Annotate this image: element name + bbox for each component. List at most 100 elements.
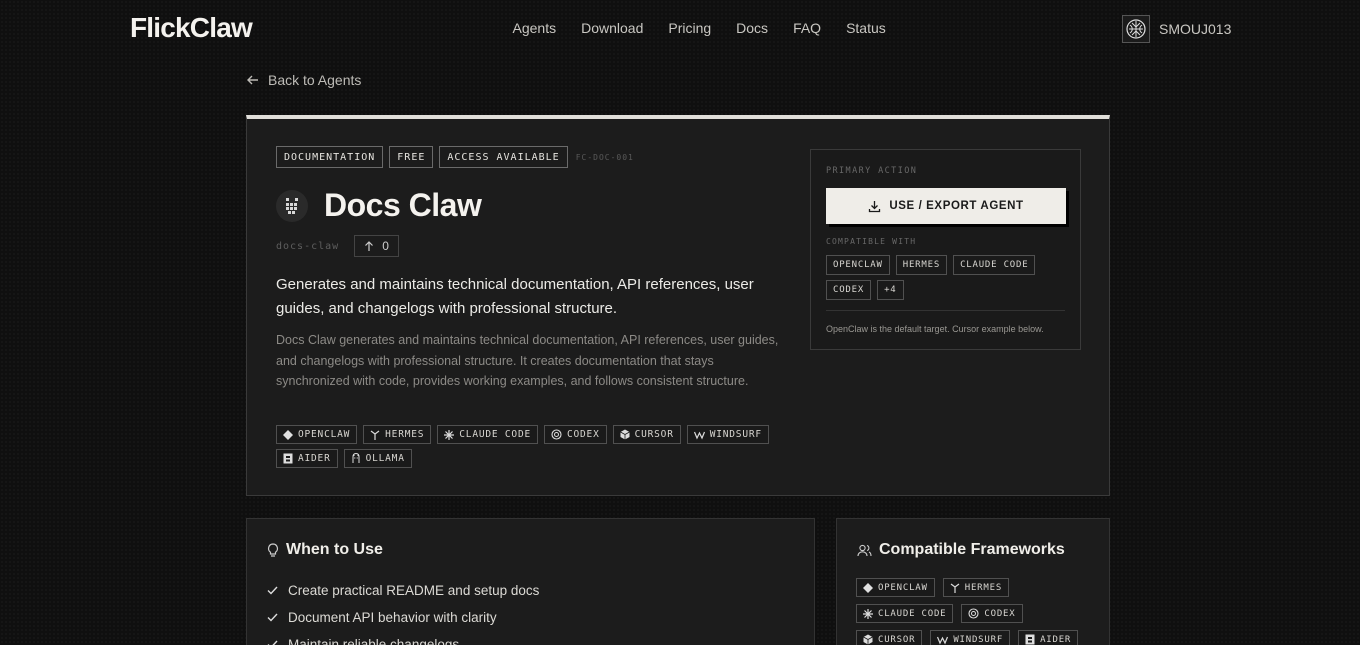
tag-claude-code[interactable]: CLAUDE CODE (437, 425, 538, 444)
tag-aider[interactable]: AIDER (276, 449, 338, 468)
claude-burst-icon (444, 429, 455, 440)
agent-description: Docs Claw generates and maintains techni… (276, 333, 779, 388)
users-icon (857, 544, 872, 556)
tag-ollama[interactable]: OLLAMA (343, 449, 412, 468)
list-item-text: Document API behavior with clarity (288, 610, 497, 625)
when-to-use-heading: When to Use (267, 541, 383, 559)
agent-lead: Generates and maintains technical docume… (276, 276, 754, 317)
back-link-label: Back to Agents (268, 72, 362, 88)
pixel-claw-icon (286, 197, 298, 214)
nav-faq[interactable]: FAQ (781, 20, 834, 36)
agent-meta-row: docs-claw 0 (276, 235, 399, 257)
username: SMOUJ013 (1159, 21, 1232, 37)
tag-hermes[interactable]: HERMES (363, 425, 432, 444)
framework-tags: OPENCLAW HERMES CLAUDE CODE CODEX CURSOR… (276, 425, 776, 468)
compatible-frameworks-heading: Compatible Frameworks (857, 541, 1065, 559)
when-to-use-list: Create practical README and setup docs D… (267, 577, 539, 645)
fw-openclaw[interactable]: OPENCLAW (856, 578, 935, 597)
user-menu[interactable]: SMOUJ013 (1122, 15, 1231, 43)
windsurf-icon (693, 431, 705, 439)
fw-windsurf[interactable]: WINDSURF (930, 630, 1011, 645)
agent-slug: docs-claw (276, 240, 340, 252)
cursor-cube-icon (619, 429, 630, 440)
list-item: Create practical README and setup docs (267, 577, 539, 604)
compat-more[interactable]: +4 (877, 280, 904, 300)
windsurf-icon (937, 636, 949, 644)
price-badge: FREE (389, 146, 434, 168)
back-link[interactable]: Back to Agents (246, 72, 361, 88)
agent-code-id: FC-DOC-001 (575, 152, 634, 162)
list-item-text: Maintain reliable changelogs (288, 637, 460, 645)
avatar[interactable] (1122, 15, 1150, 43)
upvote-button[interactable]: 0 (354, 235, 399, 257)
nav-pricing[interactable]: Pricing (656, 20, 724, 36)
check-icon (267, 586, 278, 595)
nav-docs[interactable]: Docs (724, 20, 781, 36)
ollama-llama-icon (352, 453, 360, 463)
use-export-agent-button[interactable]: USE / EXPORT AGENT (826, 188, 1066, 224)
tag-label: CURSOR (878, 634, 916, 645)
agent-hero-card: DOCUMENTATION FREE ACCESS AVAILABLE FC-D… (246, 115, 1110, 496)
panel-divider (826, 310, 1065, 311)
tag-label: HERMES (964, 582, 1003, 593)
tag-label: CLAUDE CODE (459, 429, 531, 440)
cursor-cube-icon (863, 634, 873, 645)
arrow-left-icon (247, 75, 258, 85)
compatible-frameworks-title: Compatible Frameworks (879, 541, 1065, 558)
list-item-text: Create practical README and setup docs (288, 583, 540, 598)
aider-icon (1025, 634, 1035, 645)
compat-codex[interactable]: CODEX (826, 280, 872, 300)
fw-aider[interactable]: AIDER (1018, 630, 1079, 645)
tag-label: WINDSURF (709, 429, 762, 440)
list-item: Document API behavior with clarity (267, 604, 539, 631)
tag-label: CLAUDE CODE (878, 608, 947, 619)
access-badge: ACCESS AVAILABLE (439, 146, 568, 168)
brain-avatar-icon (1126, 19, 1146, 39)
nav-download[interactable]: Download (569, 20, 656, 36)
tag-label: WINDSURF (953, 634, 1004, 645)
site-logo[interactable]: FlickClaw (130, 12, 253, 44)
tag-cursor[interactable]: CURSOR (612, 425, 681, 444)
tag-label: CURSOR (634, 429, 674, 440)
compat-claude-code[interactable]: CLAUDE CODE (953, 255, 1036, 275)
primary-action-panel: PRIMARY ACTION USE / EXPORT AGENT COMPAT… (810, 149, 1081, 350)
fw-claude-code[interactable]: CLAUDE CODE (856, 604, 954, 623)
tag-label: CODEX (567, 429, 600, 440)
download-icon (869, 200, 881, 212)
openai-icon (968, 608, 979, 619)
tag-label: OLLAMA (365, 453, 405, 464)
use-export-agent-label: USE / EXPORT AGENT (889, 200, 1024, 212)
check-icon (267, 613, 278, 622)
tag-label: HERMES (385, 429, 425, 440)
compatible-frameworks-card: Compatible Frameworks OPENCLAW HERMES CL… (836, 518, 1110, 645)
when-to-use-card: When to Use Create practical README and … (246, 518, 815, 645)
primary-action-label: PRIMARY ACTION (826, 166, 918, 176)
list-item: Maintain reliable changelogs (267, 631, 539, 645)
agent-badges: DOCUMENTATION FREE ACCESS AVAILABLE FC-D… (276, 146, 634, 168)
hermes-icon (950, 583, 960, 593)
tag-codex[interactable]: CODEX (544, 425, 607, 444)
arrow-up-icon (365, 240, 374, 251)
nav-agents[interactable]: Agents (500, 20, 569, 36)
agent-title-row: Docs Claw (276, 187, 482, 224)
fw-cursor[interactable]: CURSOR (856, 630, 923, 645)
tag-label: AIDER (1040, 634, 1072, 645)
fw-hermes[interactable]: HERMES (942, 578, 1010, 597)
compat-hermes[interactable]: HERMES (895, 255, 948, 275)
nav-status[interactable]: Status (834, 20, 899, 36)
hermes-icon (370, 430, 380, 440)
compatible-with-tags: OPENCLAW HERMES CLAUDE CODE CODEX +4 (826, 255, 1066, 300)
tag-windsurf[interactable]: WINDSURF (686, 425, 769, 444)
fw-codex[interactable]: CODEX (961, 604, 1023, 623)
main-nav: Agents Download Pricing Docs FAQ Status (500, 20, 898, 36)
openai-icon (551, 429, 562, 440)
claude-burst-icon (863, 608, 873, 619)
tag-label: CODEX (984, 608, 1016, 619)
compat-openclaw[interactable]: OPENCLAW (826, 255, 890, 275)
tag-openclaw[interactable]: OPENCLAW (276, 425, 358, 444)
tag-label: OPENCLAW (298, 429, 351, 440)
check-icon (267, 640, 278, 645)
tag-label: AIDER (298, 453, 331, 464)
when-to-use-title: When to Use (286, 541, 383, 558)
lightbulb-icon (267, 542, 279, 557)
